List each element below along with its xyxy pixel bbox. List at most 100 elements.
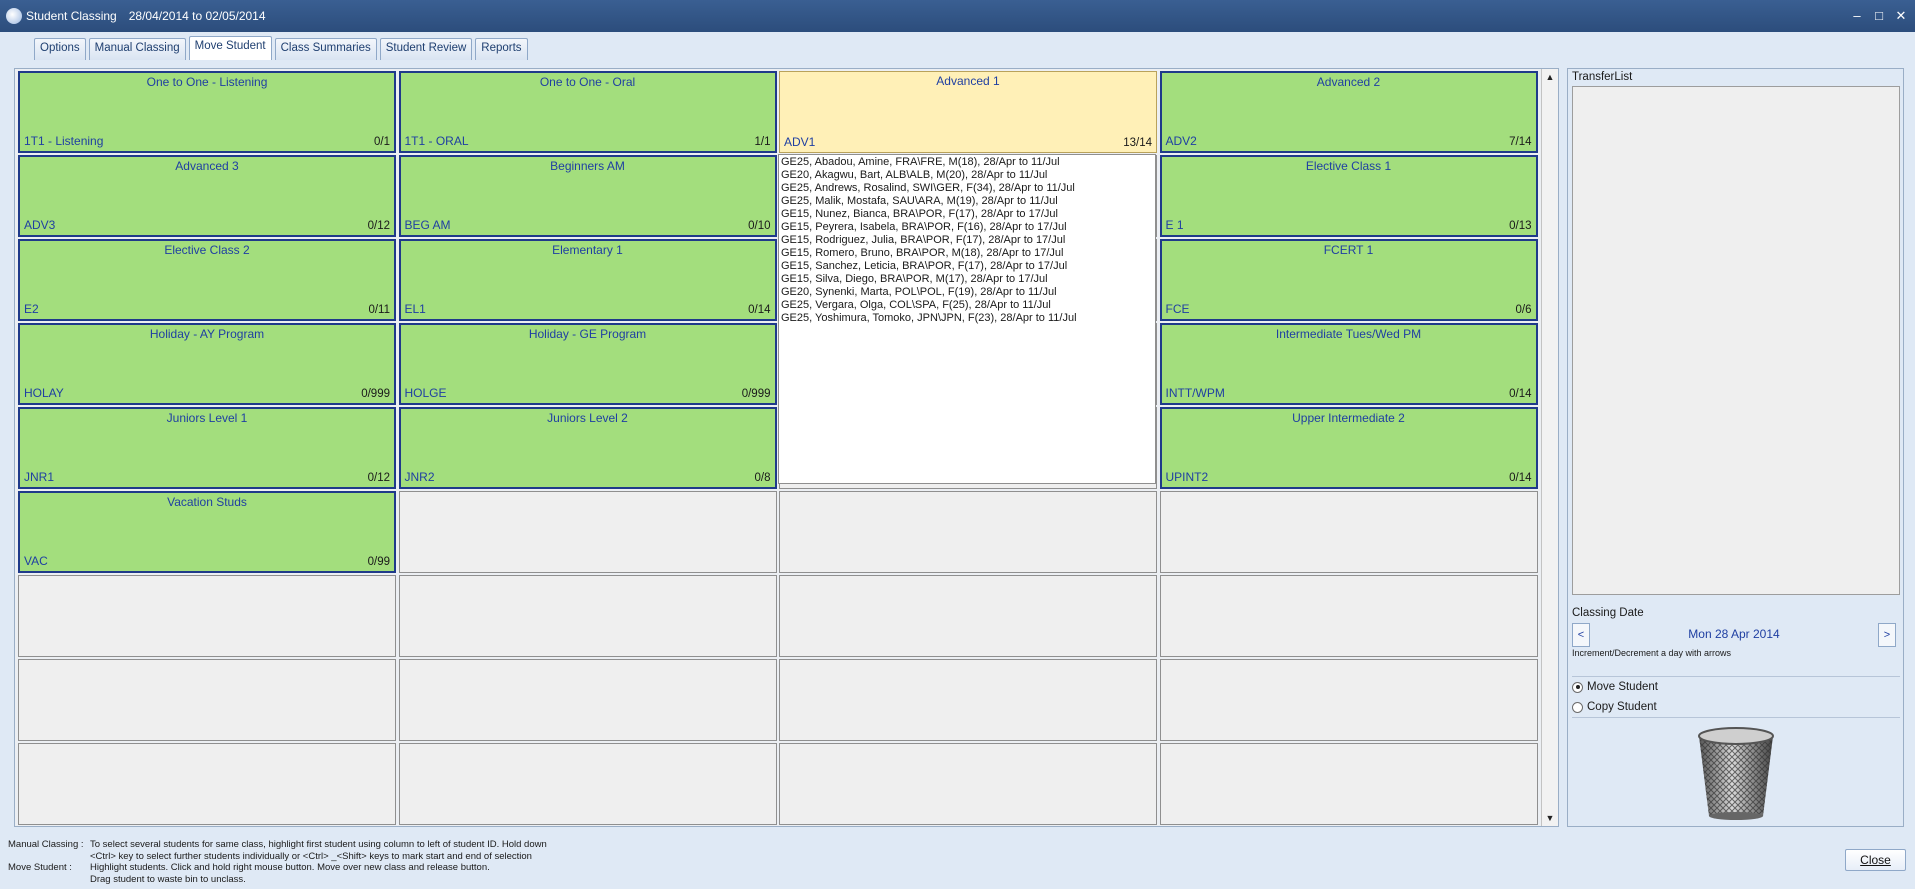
scroll-up-icon[interactable]: ▲	[1542, 69, 1558, 85]
empty-slot[interactable]	[1159, 575, 1538, 657]
manual-classing-line: <Ctrl> key to select further students in…	[90, 850, 532, 862]
class-box[interactable]: Advanced 2 ADV2 7/14	[1159, 71, 1538, 153]
class-name: Elective Class 1	[1305, 159, 1392, 173]
class-name: Upper Intermediate 2	[1292, 411, 1405, 425]
class-box[interactable]: Vacation Studs VAC 0/99	[18, 491, 396, 573]
student-item[interactable]: GE15, Romero, Bruno, BRA\POR, M(18), 28/…	[781, 247, 1153, 260]
maximize-button[interactable]: □	[1873, 8, 1885, 24]
class-box[interactable]: FCERT 1 FCE 0/6	[1159, 239, 1538, 321]
student-item[interactable]: GE25, Vergara, Olga, COL\SPA, F(25), 28/…	[781, 299, 1153, 312]
class-box[interactable]: One to One - Listening 1T1 - Listening 0/1	[18, 71, 396, 153]
class-name: One to One - Listening	[146, 75, 268, 89]
student-item[interactable]: GE25, Abadou, Amine, FRA\FRE, M(18), 28/…	[781, 156, 1153, 169]
class-code: VAC	[24, 553, 48, 568]
class-box[interactable]: Intermediate Tues/Wed PM INTT/WPM 0/14	[1159, 323, 1538, 405]
class-box[interactable]: Juniors Level 1 JNR1 0/12	[18, 407, 396, 489]
class-code: ADV2	[1165, 133, 1197, 148]
window-title: Student Classing	[26, 9, 117, 23]
class-count: 0/99	[367, 555, 390, 568]
class-code: ADV3	[24, 217, 56, 232]
class-grid-panel: One to One - Listening 1T1 - Listening 0/1…	[14, 68, 1559, 827]
divider	[1572, 676, 1900, 677]
class-count: 7/14	[1509, 135, 1532, 148]
class-count: 0/12	[367, 471, 390, 484]
classing-date-value: Mon 28 Apr 2014	[1688, 627, 1780, 641]
tab-move-student[interactable]: Move Student	[188, 36, 272, 60]
class-code: EL1	[404, 301, 426, 316]
classing-date-label: Classing Date	[1572, 607, 1644, 619]
move-student-option[interactable]: Move Student	[1572, 681, 1658, 693]
empty-slot[interactable]	[398, 659, 777, 741]
tab-options[interactable]: Options	[34, 38, 86, 60]
class-name: Intermediate Tues/Wed PM	[1275, 327, 1422, 341]
empty-slot[interactable]	[779, 491, 1157, 573]
class-box[interactable]: One to One - Oral 1T1 - ORAL 1/1	[398, 71, 777, 153]
empty-slot[interactable]	[398, 491, 777, 573]
class-count: 0/10	[748, 219, 771, 232]
close-window-button[interactable]: ✕	[1895, 8, 1907, 24]
student-item[interactable]: GE20, Akagwu, Bart, ALB\ALB, M(20), 28/A…	[781, 169, 1153, 182]
class-box[interactable]: Upper Intermediate 2 UPINT2 0/14	[1159, 407, 1538, 489]
class-box[interactable]: Elective Class 2 E2 0/11	[18, 239, 396, 321]
window-controls: – □ ✕	[1851, 8, 1907, 24]
tab-student-review[interactable]: Student Review	[379, 38, 473, 60]
class-box[interactable]: Holiday - AY Program HOLAY 0/999	[18, 323, 396, 405]
empty-slot[interactable]	[1159, 659, 1538, 741]
vertical-scrollbar[interactable]: ▲ ▼	[1541, 69, 1558, 826]
radio-unchecked-icon[interactable]	[1572, 701, 1583, 713]
empty-slot[interactable]	[1159, 491, 1538, 573]
class-box[interactable]: Elective Class 1 E 1 0/13	[1159, 155, 1538, 237]
empty-slot[interactable]	[18, 743, 396, 825]
empty-slot[interactable]	[1159, 743, 1538, 825]
class-code: BEG AM	[404, 217, 451, 232]
class-name: Juniors Level 2	[547, 411, 628, 425]
student-item[interactable]: GE15, Rodriguez, Julia, BRA\POR, F(17), …	[781, 234, 1153, 247]
class-count: 0/1	[374, 135, 390, 148]
class-count: 0/14	[748, 303, 771, 316]
class-box[interactable]: Holiday - GE Program HOLGE 0/999	[398, 323, 777, 405]
student-item[interactable]: GE25, Yoshimura, Tomoko, JPN\JPN, F(23),…	[781, 312, 1153, 325]
empty-slot[interactable]	[779, 743, 1157, 825]
class-name: Beginners AM	[550, 159, 625, 173]
waste-bin-icon[interactable]	[1693, 724, 1779, 822]
class-count: 0/13	[1509, 219, 1532, 232]
class-box[interactable]: Advanced 1 ADV1 13/14	[779, 71, 1157, 153]
empty-slot[interactable]	[18, 575, 396, 657]
empty-slot[interactable]	[779, 659, 1157, 741]
class-box[interactable]: Elementary 1 EL1 0/14	[398, 239, 777, 321]
transfer-list-label: TransferList	[1572, 71, 1633, 83]
close-button[interactable]: Close	[1845, 849, 1906, 871]
class-code: UPINT2	[1165, 469, 1209, 484]
empty-slot[interactable]	[18, 659, 396, 741]
tab-manual-classing[interactable]: Manual Classing	[88, 38, 186, 60]
copy-student-option[interactable]: Copy Student	[1572, 701, 1657, 713]
class-code: ADV1	[784, 134, 816, 149]
class-name: Advanced 3	[175, 159, 239, 173]
student-item[interactable]: GE15, Sanchez, Leticia, BRA\POR, F(17), …	[781, 260, 1153, 273]
radio-checked-icon[interactable]	[1572, 681, 1583, 693]
tab-reports[interactable]: Reports	[475, 38, 528, 60]
scroll-down-icon[interactable]: ▼	[1542, 810, 1558, 826]
empty-slot[interactable]	[398, 575, 777, 657]
class-box[interactable]: Juniors Level 2 JNR2 0/8	[398, 407, 777, 489]
class-box[interactable]: Advanced 3 ADV3 0/12	[18, 155, 396, 237]
class-name: One to One - Oral	[539, 75, 636, 89]
previous-date-button[interactable]: <	[1572, 623, 1590, 647]
student-item[interactable]: GE15, Nunez, Bianca, BRA\POR, F(17), 28/…	[781, 208, 1153, 221]
tab-class-summaries[interactable]: Class Summaries	[274, 38, 377, 60]
student-list[interactable]: GE25, Abadou, Amine, FRA\FRE, M(18), 28/…	[778, 153, 1156, 484]
move-student-line: Highlight students. Click and hold right…	[90, 862, 490, 873]
transfer-list[interactable]	[1572, 86, 1900, 595]
app-icon	[6, 8, 22, 24]
next-date-button[interactable]: >	[1878, 623, 1896, 647]
student-item[interactable]: GE15, Peyrera, Isabela, BRA\POR, F(16), …	[781, 221, 1153, 234]
class-count: 0/14	[1509, 471, 1532, 484]
empty-slot[interactable]	[398, 743, 777, 825]
student-item[interactable]: GE15, Silva, Diego, BRA\POR, M(17), 28/A…	[781, 273, 1153, 286]
student-item[interactable]: GE20, Synenki, Marta, POL\POL, F(19), 28…	[781, 286, 1153, 299]
student-item[interactable]: GE25, Malik, Mostafa, SAU\ARA, M(19), 28…	[781, 195, 1153, 208]
class-box[interactable]: Beginners AM BEG AM 0/10	[398, 155, 777, 237]
empty-slot[interactable]	[779, 575, 1157, 657]
minimize-button[interactable]: –	[1851, 8, 1863, 24]
student-item[interactable]: GE25, Andrews, Rosalind, SWI\GER, F(34),…	[781, 182, 1153, 195]
